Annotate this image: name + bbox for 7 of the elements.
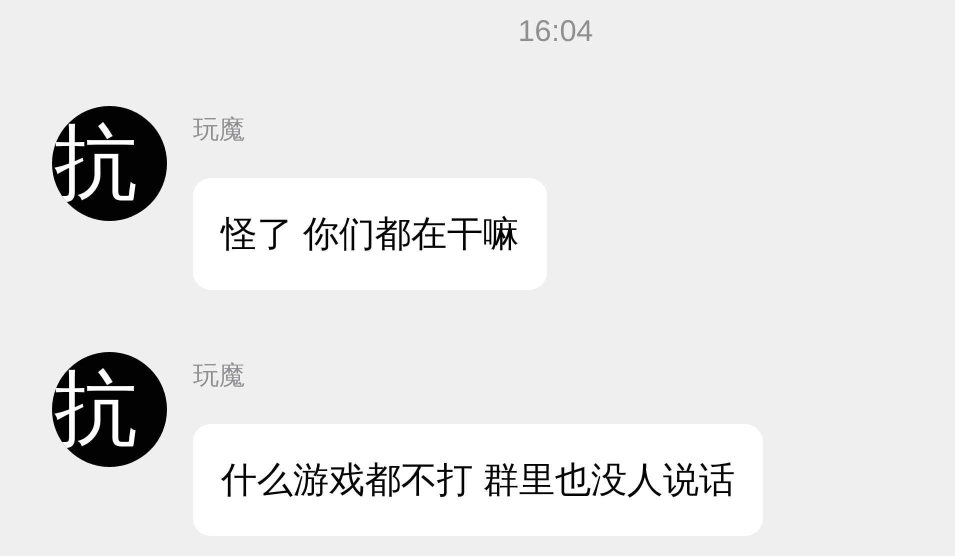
avatar[interactable]: 抗 [52,106,167,221]
sender-name: 玩魔 [193,360,245,390]
message-bubble[interactable]: 什么游戏都不打 群里也没人说话 [193,424,764,536]
message-bubble[interactable]: 怪了 你们都在干嘛 [193,178,548,290]
avatar[interactable]: 抗 [52,352,167,467]
timestamp: 16:04 [517,14,594,50]
sender-name: 玩魔 [193,114,245,144]
